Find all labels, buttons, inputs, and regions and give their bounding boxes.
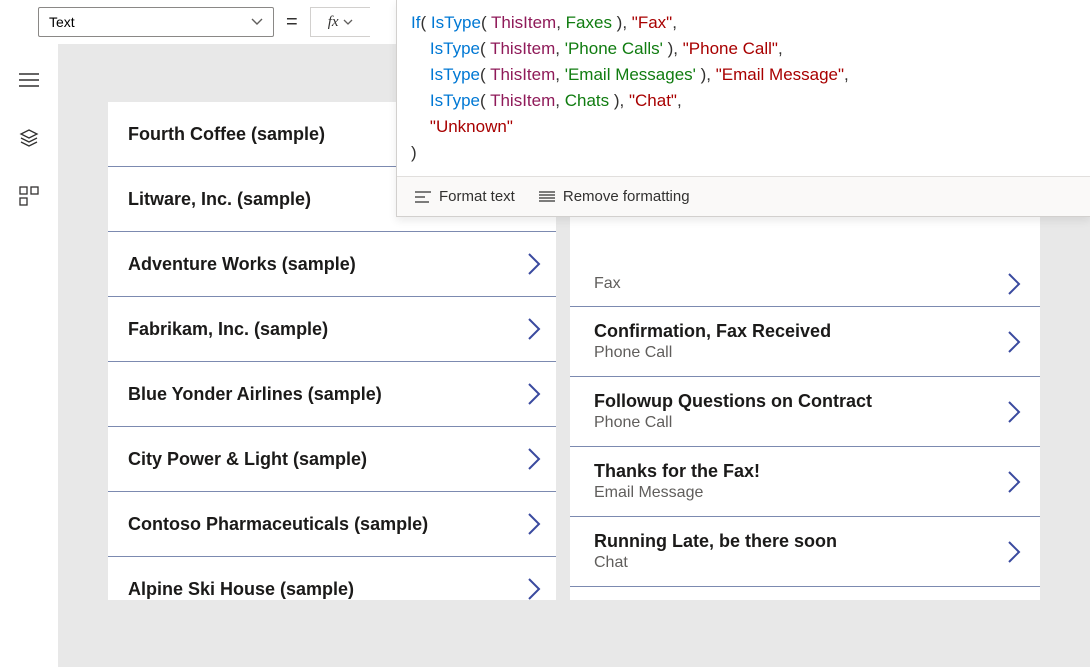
property-selector-value: Text — [49, 14, 75, 30]
list-item[interactable]: Adventure Works (sample) — [108, 232, 556, 297]
chevron-right-icon — [1006, 270, 1022, 298]
layers-icon[interactable] — [19, 128, 39, 148]
equals-sign: = — [286, 11, 298, 34]
list-item[interactable]: Blue Yonder Airlines (sample) — [108, 362, 556, 427]
format-text-button[interactable]: Format text — [415, 188, 515, 205]
property-selector[interactable]: Text — [38, 7, 274, 37]
format-text-icon — [415, 190, 431, 204]
fx-button[interactable]: fx — [310, 7, 370, 37]
formula-editor-panel: If( IsType( ThisItem, Faxes ), "Fax", Is… — [396, 0, 1090, 217]
list-item-title: Adventure Works (sample) — [128, 254, 356, 275]
list-item-title: Contoso Pharmaceuticals (sample) — [128, 514, 428, 535]
chevron-right-icon — [1006, 328, 1022, 356]
list-item[interactable]: Followup Questions on Contract Phone Call — [570, 377, 1040, 447]
chevron-right-icon — [526, 575, 542, 600]
chevron-right-icon — [526, 250, 542, 278]
remove-formatting-label: Remove formatting — [563, 188, 690, 205]
list-item[interactable]: Fax — [570, 270, 1040, 307]
chevron-right-icon — [1006, 538, 1022, 566]
remove-formatting-button[interactable]: Remove formatting — [539, 188, 690, 205]
list-item-kind: Phone Call — [594, 414, 872, 432]
list-item-title: Fabrikam, Inc. (sample) — [128, 319, 328, 340]
list-item-title: Alpine Ski House (sample) — [128, 579, 354, 600]
chevron-right-icon — [1006, 468, 1022, 496]
chevron-down-icon — [251, 18, 263, 26]
list-item-title: Fourth Coffee (sample) — [128, 124, 325, 145]
list-item[interactable]: Confirmation, Fax Received Phone Call — [570, 307, 1040, 377]
list-item[interactable]: Running Late, be there soon Chat — [570, 517, 1040, 587]
list-item[interactable]: Alpine Ski House (sample) — [108, 557, 556, 600]
fx-label: fx — [328, 14, 339, 31]
hamburger-icon[interactable] — [19, 70, 39, 90]
list-item-title: Litware, Inc. (sample) — [128, 189, 311, 210]
list-item-title: City Power & Light (sample) — [128, 449, 367, 470]
list-item[interactable]: Fabrikam, Inc. (sample) — [108, 297, 556, 362]
list-item-kind: Chat — [594, 554, 837, 572]
chevron-right-icon — [526, 315, 542, 343]
remove-formatting-icon — [539, 190, 555, 204]
list-item[interactable]: Contoso Pharmaceuticals (sample) — [108, 492, 556, 557]
components-icon[interactable] — [19, 186, 39, 206]
chevron-right-icon — [526, 380, 542, 408]
list-item-subject: Thanks for the Fax! — [594, 461, 760, 482]
list-item-kind: Fax — [594, 275, 621, 293]
chevron-down-icon — [343, 19, 353, 26]
list-item-subject: Followup Questions on Contract — [594, 391, 872, 412]
list-item-kind: Email Message — [594, 484, 760, 502]
formula-toolbar: Format text Remove formatting — [397, 176, 1090, 216]
list-item-subject: Confirmation, Fax Received — [594, 321, 831, 342]
chevron-right-icon — [526, 445, 542, 473]
left-nav-rail — [0, 0, 58, 667]
format-text-label: Format text — [439, 188, 515, 205]
list-item[interactable]: Thanks for the Fax! Email Message — [570, 447, 1040, 517]
list-item[interactable]: City Power & Light (sample) — [108, 427, 556, 492]
chevron-right-icon — [1006, 398, 1022, 426]
list-item-kind: Phone Call — [594, 344, 831, 362]
chevron-right-icon — [526, 510, 542, 538]
formula-editor[interactable]: If( IsType( ThisItem, Faxes ), "Fax", Is… — [397, 0, 1090, 176]
list-item-title: Blue Yonder Airlines (sample) — [128, 384, 382, 405]
list-item-subject: Running Late, be there soon — [594, 531, 837, 552]
